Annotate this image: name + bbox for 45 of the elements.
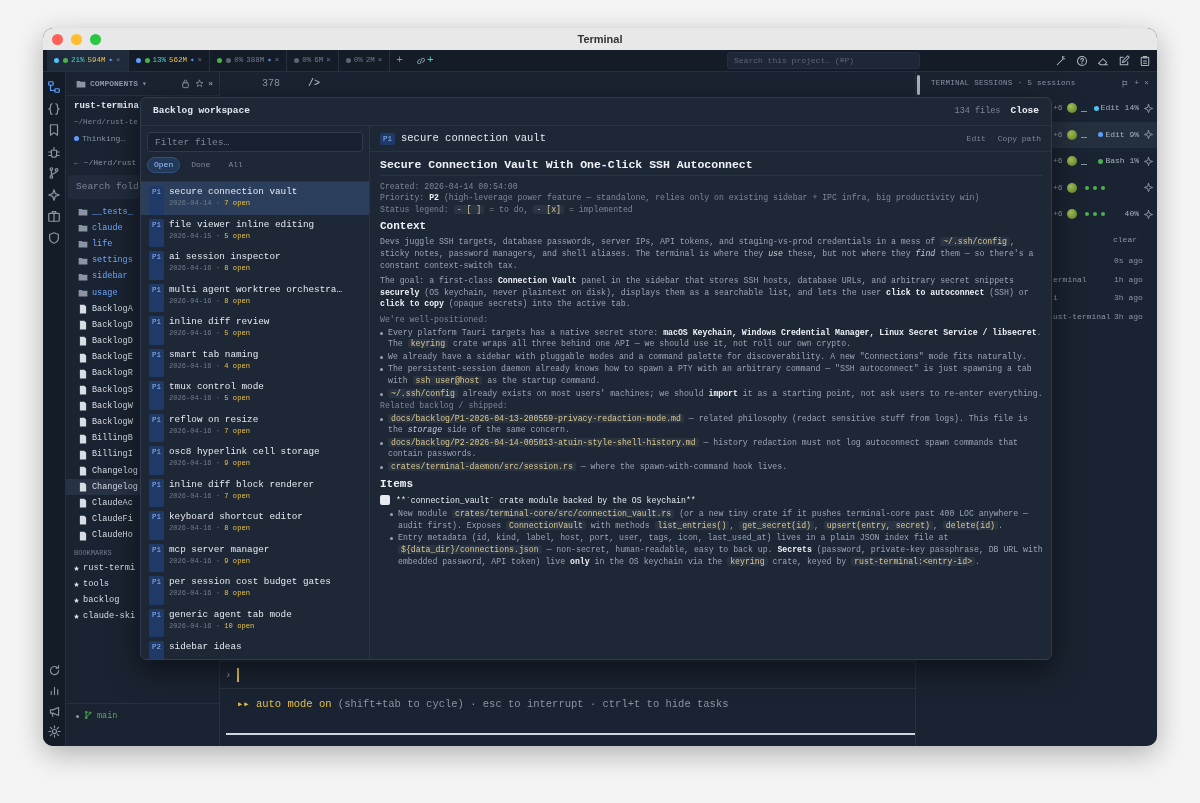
list-label: We're well-positioned:	[380, 313, 490, 326]
file-count: 134 files	[954, 105, 1001, 118]
recent-session-time: 0s ago	[1114, 254, 1143, 267]
status-text: Thinking…	[82, 132, 126, 145]
list-item: The persistent-session daemon already knows how to spawn a PTY with an arbitrary command — "SSH autoconnect" is just spawning a tab with ssh user@host as the startup command.	[388, 363, 1033, 387]
section-heading: Items	[380, 476, 414, 491]
extra-count: +6	[1053, 208, 1063, 221]
prompt-symbol: ›	[225, 667, 232, 683]
extra-count: +6	[1053, 155, 1063, 168]
metadata-line: Status legend: - [ ] = to do, - [x] = implemented	[380, 203, 634, 216]
panel-title: COMPONENTS	[90, 77, 138, 90]
session-status: Bash 1%	[1105, 155, 1139, 168]
metadata-line: Priority: P2 (high-leverage power feature — standalone, relies only on existing sidebar + IPC infra, big productivity win)	[380, 192, 981, 204]
list-item: Every platform Tauri targets has a native secret store: macOS Keychain, Windows Credential Manager, Linux Secret Service / libsecret. The keyring crate wraps all three behind one API — we should use it, not roll our own crypto.	[388, 326, 1043, 350]
list-item: crates/terminal-daemon/src/session.rs — where the spawn-with-command hook lives.	[388, 461, 788, 473]
branch-name: main	[97, 710, 118, 723]
paragraph: Devs juggle SSH targets, database passwords, server IPs, API tokens, and staging-vs-prod credentials in a mess of ~/.ssh/config , sticky notes, password managers, and shell aliases. The terminal is where they use these, but not where they find them — so there's a constant context-switch tax.	[380, 236, 1035, 272]
document-name: secure connection vault	[401, 130, 546, 146]
paragraph: The goal: a first-class Connection Vault panel in the sidebar that stores SSH hosts, database URLs, and arbitrary secret snippets securely (OS keychain, never plaintext on disk), displays them as a searchable list, and lets the user click to autoconnect (SSH) or click to copy (opaque secrets) into the active tab.	[380, 275, 1030, 310]
section-heading: Context	[380, 219, 428, 234]
metadata-line: Created: 2026-04-14 00:54:00	[380, 180, 519, 193]
list-item: Entry metadata (id, kind, label, host, port, user, tags, icon, last_used_at) lives in a plain JSON index file at ${data_dir}/connections.json — non-secret, human-readable, easy to back up. Secrets (password, private-key passphrase, DB URL with embedded password, API token) live only in the OS keychain via the keyring crate, keyed by rust-terminal:<entry-id> .	[398, 532, 1043, 568]
list-item: ~/.ssh/config already exists on most users' machines; we should import it as a starting point, not ask users to re-enter everything.	[388, 387, 1043, 400]
project-name: rust-termina	[74, 101, 139, 111]
session-status: Edit 9%	[1105, 128, 1139, 141]
task-title: **`connection_vault` crate module backed by the OS keychain**	[396, 494, 696, 507]
extra-count: +6	[1053, 128, 1063, 141]
session-status: Edit 14%	[1100, 102, 1139, 115]
dialog-title: Backlog workspace	[153, 104, 250, 119]
window-title: Terminal	[577, 32, 623, 47]
extra-count: +6	[1053, 102, 1063, 115]
line-number: 378	[262, 77, 280, 91]
recent-session-time: 3h ago	[1114, 310, 1143, 323]
list-item: New module crates/terminal-core/src/connection_vault.rs (or a new tiny crate if it pushes terminal-core past 400 LOC anywhere — audit first). Exposes ConnectionVault with methods list_entries() , get_secret(id) , upsert(entry, secret) , delete(id) .	[398, 508, 1029, 532]
list-label: Related backlog / shipped:	[380, 400, 509, 412]
code-line: />	[308, 77, 321, 91]
mode-status-text: ▸▸ auto mode on (shift+tab to cycle) · esc to interrupt · ctrl+t to hide tasks	[237, 698, 729, 710]
recent-session-time: 3h ago	[1114, 292, 1143, 305]
session-status: 40%	[1124, 208, 1139, 221]
list-item: We already have a sidebar with pluggable modes and a command palette for discoverability. A new "Connections" mode fits naturally.	[388, 350, 1027, 363]
document-heading: Secure Connection Vault With One-Click SSH Autoconnect	[380, 156, 1043, 176]
list-item: docs/backlog/P1-2026-04-13-200559-privacy-redaction-mode.md — related philosophy (redact sensitive stuff from logs). This file is the storage side of the same concern.	[388, 412, 1029, 436]
recent-session-time: 1h ago	[1114, 273, 1143, 286]
extra-count: +6	[1053, 181, 1063, 194]
list-item: docs/backlog/P2-2026-04-14-005013-atuin-style-shell-history.md — history redaction must not log autoconnect spawn commands that contain passwords.	[388, 436, 1019, 461]
